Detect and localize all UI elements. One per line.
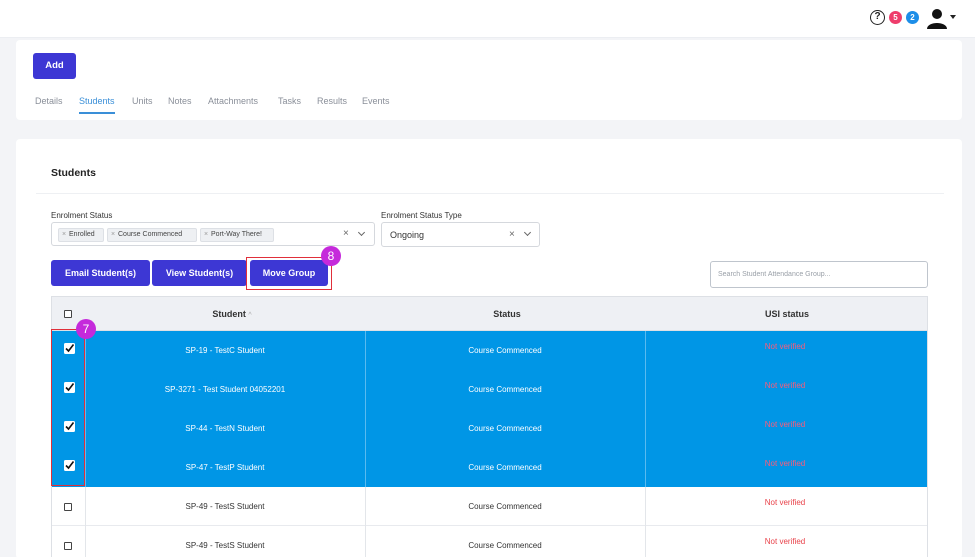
highlight-box [246,257,332,290]
tab-units[interactable]: Units [132,96,153,106]
status-cell: Course Commenced [468,424,542,433]
tab-attachments[interactable]: Attachments [208,96,258,106]
student-cell[interactable]: SP-47 - TestP Student [85,463,365,472]
student-column-header[interactable]: Student ^ [187,309,277,319]
clear-icon[interactable]: × [509,229,515,240]
usi-status-cell: Not verified [764,459,806,468]
section-title: Students [51,167,96,179]
usi-status-cell: Not verified [764,342,806,351]
students-card: Students Enrolment Status × Enrolled × Cou… [16,139,962,557]
table-row[interactable]: SP-19 - TestC Student Course Commenced N… [52,331,927,370]
selected-value: Ongoing [390,230,425,240]
notifications-badge[interactable]: 5 [889,11,902,24]
email-students-button[interactable]: Email Student(s) [51,260,150,286]
chip-remove-icon[interactable]: × [62,229,66,241]
tab-details[interactable]: Details [35,96,63,106]
tab-students[interactable]: Students [79,96,115,114]
table-header: Student ^ Status USI status [52,297,927,331]
table-row[interactable]: SP-49 - TestS Student Course Commenced N… [52,487,927,526]
enrolment-status-select[interactable]: × Enrolled × Course Commenced × Port-Way Th… [51,222,375,246]
clear-icon[interactable]: × [343,228,349,239]
usi-status-cell: Not verified [764,498,806,507]
tab-events[interactable]: Events [362,96,390,106]
enrolment-status-type-select[interactable]: Ongoing × [381,222,540,247]
search-placeholder: Search Student Attendance Group... [718,271,831,278]
chip-remove-icon[interactable]: × [111,229,115,241]
divider [36,193,944,194]
table-row[interactable]: SP-47 - TestP Student Course Commenced N… [52,448,927,487]
student-cell[interactable]: SP-49 - TestS Student [85,502,365,511]
status-cell: Course Commenced [468,541,542,550]
chip-remove-icon[interactable]: × [204,229,208,241]
students-table: Student ^ Status USI status SP-19 - Test… [51,296,928,557]
student-cell[interactable]: SP-49 - TestS Student [85,541,365,550]
enrolment-status-type-label: Enrolment Status Type [381,211,462,220]
usi-column-header: USI status [764,309,809,319]
table-row[interactable]: SP-44 - TestN Student Course Commenced N… [52,409,927,448]
enrolment-status-label: Enrolment Status [51,211,113,220]
sort-icon[interactable]: ^ [248,312,251,319]
chip-port-way-there[interactable]: × Port-Way There! [200,228,274,242]
status-column-header: Status [493,309,521,319]
status-cell: Course Commenced [468,346,542,355]
chevron-down-icon[interactable] [357,228,366,237]
status-cell: Course Commenced [468,463,542,472]
row-checkbox[interactable] [64,542,72,550]
enrolment-card: Add Details Students Units Notes Attachm… [16,40,962,120]
step-badge: 8 [321,246,341,266]
table-row[interactable]: SP-3271 - Test Student 04052201 Course C… [52,370,927,409]
status-cell: Course Commenced [468,385,542,394]
top-bar: ? 5 2 [0,0,975,38]
help-icon[interactable]: ? [870,10,885,25]
chip-course-commenced[interactable]: × Course Commenced [107,228,197,242]
user-avatar-icon[interactable] [926,7,948,29]
chevron-down-icon[interactable] [523,228,532,237]
usi-status-cell: Not verified [764,381,806,390]
tab-tasks[interactable]: Tasks [278,96,301,106]
search-input[interactable]: Search Student Attendance Group... [710,261,928,288]
tab-results[interactable]: Results [317,96,347,106]
status-cell: Course Commenced [468,502,542,511]
step-badge: 7 [76,319,96,339]
view-students-button[interactable]: View Student(s) [152,260,247,286]
select-all-checkbox[interactable] [64,310,72,318]
highlight-box [51,329,85,486]
tab-notes[interactable]: Notes [168,96,192,106]
student-cell[interactable]: SP-3271 - Test Student 04052201 [85,385,365,394]
table-row[interactable]: SP-49 - TestS Student Course Commenced N… [52,526,927,557]
messages-badge[interactable]: 2 [906,11,919,24]
user-menu-caret-icon[interactable] [950,15,956,19]
student-cell[interactable]: SP-44 - TestN Student [85,424,365,433]
student-cell[interactable]: SP-19 - TestC Student [85,346,365,355]
chip-enrolled[interactable]: × Enrolled [58,228,104,242]
usi-status-cell: Not verified [764,420,806,429]
row-checkbox[interactable] [64,503,72,511]
usi-status-cell: Not verified [764,537,806,546]
add-button[interactable]: Add [33,53,76,79]
